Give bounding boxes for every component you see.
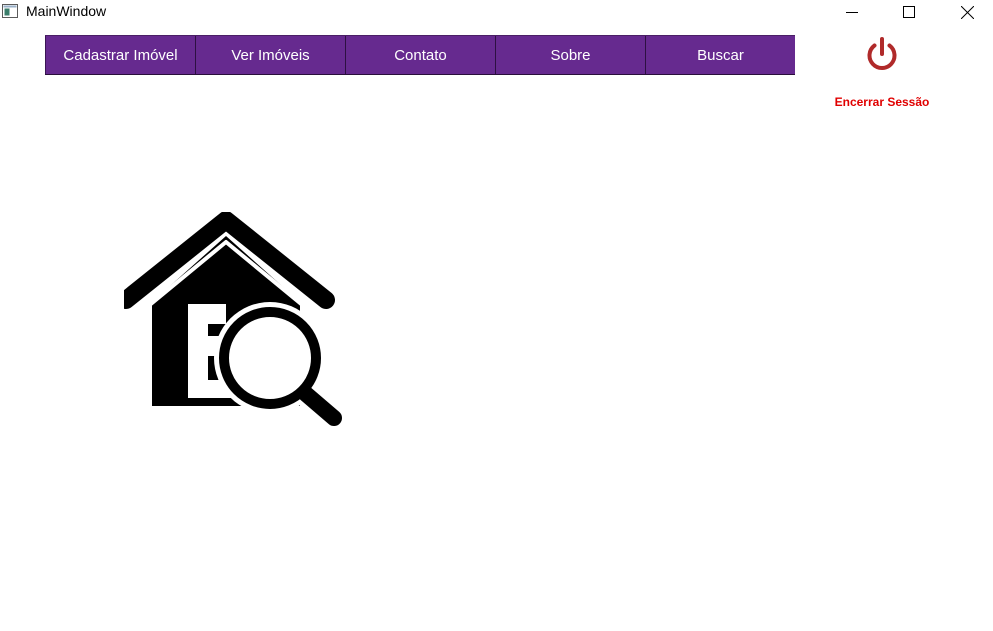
menu-item-buscar[interactable]: Buscar	[645, 36, 795, 74]
close-icon	[960, 5, 974, 19]
main-menu: Cadastrar Imóvel Ver Imóveis Contato Sob…	[45, 35, 795, 75]
logout-label: Encerrar Sessão	[834, 95, 930, 109]
power-icon	[867, 37, 897, 70]
app-window-icon	[2, 4, 18, 18]
menu-item-sobre[interactable]: Sobre	[495, 36, 645, 74]
minimize-icon	[846, 12, 858, 13]
menu-item-contato[interactable]: Contato	[345, 36, 495, 74]
logout-button[interactable]: Encerrar Sessão	[820, 34, 944, 114]
window-title: MainWindow	[26, 3, 107, 19]
title-bar[interactable]: MainWindow	[0, 0, 993, 24]
menu-item-cadastrar-imovel[interactable]: Cadastrar Imóvel	[45, 36, 195, 74]
main-window: MainWindow Cadastrar Imóvel Ver Imóveis …	[0, 0, 993, 631]
maximize-button[interactable]	[886, 0, 932, 24]
minimize-button[interactable]	[829, 0, 875, 24]
close-button[interactable]	[944, 0, 990, 24]
house-search-logo-icon	[124, 212, 342, 426]
maximize-icon	[903, 6, 915, 18]
menu-item-ver-imoveis[interactable]: Ver Imóveis	[195, 36, 345, 74]
